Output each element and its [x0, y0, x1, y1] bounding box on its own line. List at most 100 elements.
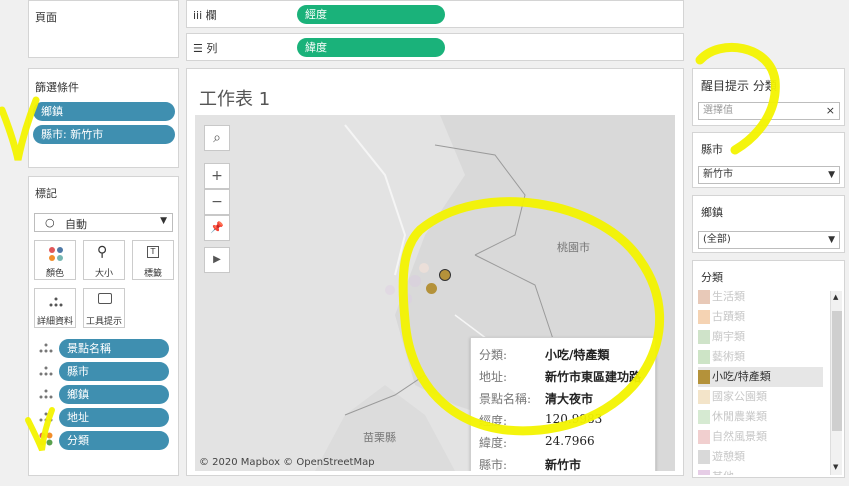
legend-item[interactable]: 遊憩類: [698, 447, 823, 467]
category-legend-card: 分類 生活類古蹟類廟宇類藝術類小吃/特產類國家公園類休閒農業類自然風景類遊憩類其…: [692, 260, 845, 478]
tooltip-icon: [98, 293, 112, 304]
legend-item[interactable]: 其他: [698, 467, 823, 475]
close-icon[interactable]: ×: [826, 103, 835, 119]
map-point-selected[interactable]: [439, 269, 451, 281]
map-point[interactable]: [426, 283, 437, 294]
expand-toolbar-button[interactable]: ▶: [204, 247, 230, 273]
legend-scrollbar[interactable]: ▲ ▼: [830, 291, 842, 475]
field-pill-address[interactable]: 地址: [59, 408, 169, 427]
map-view[interactable]: ⌕ + − 📌 ▶ 桃園市 苗栗縣 © 2020 Mapbox © OpenSt…: [195, 115, 675, 471]
detail-button[interactable]: 詳細資料: [34, 288, 76, 328]
columns-shelf[interactable]: iii 欄 經度: [186, 0, 684, 28]
county-filter-title: 縣市: [701, 143, 723, 156]
legend-swatch: [698, 430, 710, 444]
legend-item[interactable]: 小吃/特產類: [698, 367, 823, 387]
scroll-down-icon[interactable]: ▼: [833, 463, 838, 471]
filter-pill-township[interactable]: 鄉鎮: [33, 102, 175, 121]
legend-swatch: [698, 410, 710, 424]
search-icon: ⌕: [213, 130, 221, 146]
legend-item[interactable]: 古蹟類: [698, 307, 823, 327]
legend-label: 國家公園類: [712, 390, 767, 403]
legend-label: 小吃/特產類: [712, 370, 771, 383]
filters-title: 篩選條件: [35, 81, 79, 94]
legend-swatch: [698, 290, 710, 304]
category-legend-title: 分類: [701, 271, 723, 284]
mark-type-select[interactable]: ○ 自動 ▼: [34, 213, 173, 232]
marks-title: 標記: [35, 187, 57, 200]
rows-shelf-label: ☰ 列: [193, 42, 218, 55]
field-pill-category[interactable]: 分類: [59, 431, 169, 450]
legend-item[interactable]: 藝術類: [698, 347, 823, 367]
legend-item[interactable]: 廟宇類: [698, 327, 823, 347]
map-point[interactable]: [419, 263, 429, 273]
play-icon: ▶: [213, 254, 221, 265]
county-select[interactable]: 新竹市 ▼: [698, 166, 840, 184]
scroll-thumb[interactable]: [832, 311, 842, 431]
rows-shelf[interactable]: ☰ 列 緯度: [186, 33, 684, 61]
highlight-title: 醒目提示 分類: [701, 79, 777, 93]
map-label-miaoli: 苗栗縣: [363, 431, 396, 444]
map-point[interactable]: [400, 293, 412, 305]
map-point[interactable]: [385, 285, 395, 295]
legend-item[interactable]: 自然風景類: [698, 427, 823, 447]
legend-item[interactable]: 國家公園類: [698, 387, 823, 407]
legend-label: 古蹟類: [712, 310, 745, 323]
legend-label: 其他: [712, 467, 734, 475]
legend-swatch: [698, 450, 710, 464]
detail-icon: [39, 343, 53, 353]
legend-label: 藝術類: [712, 350, 745, 363]
field-pill-name[interactable]: 景點名稱: [59, 339, 169, 358]
legend-swatch: [698, 330, 710, 344]
pin-map-button[interactable]: 📌: [204, 215, 230, 241]
township-filter-card: 鄉鎮 (全部) ▼: [692, 195, 845, 253]
scroll-up-icon[interactable]: ▲: [833, 293, 838, 301]
legend-label: 遊憩類: [712, 450, 745, 463]
rows-icon: ☰: [193, 42, 203, 55]
chevron-down-icon: ▼: [160, 216, 167, 226]
tooltip-button[interactable]: 工具提示: [83, 288, 125, 328]
color-icon: [49, 247, 63, 261]
legend-label: 自然風景類: [712, 430, 767, 443]
legend-swatch: [698, 390, 710, 404]
legend-label: 廟宇類: [712, 330, 745, 343]
detail-icon: [39, 366, 53, 376]
zoom-out-button[interactable]: −: [204, 189, 230, 215]
legend-item[interactable]: 生活類: [698, 287, 823, 307]
township-filter-title: 鄉鎮: [701, 206, 723, 219]
color-button[interactable]: 顏色: [34, 240, 76, 280]
pages-card: 頁面: [28, 0, 179, 58]
legend-label: 休閒農業類: [712, 410, 767, 423]
label-button[interactable]: T 標籤: [132, 240, 174, 280]
pin-icon: 📌: [210, 221, 224, 234]
highlight-input[interactable]: 選擇值 ×: [698, 102, 840, 120]
map-tooltip: 分類: 小吃/特產類 地址: 新竹市東區建功路 景點名稱: 清大夜市 經度: 120.9…: [470, 337, 656, 471]
label-icon: T: [147, 246, 159, 258]
circle-icon: ○: [45, 216, 55, 229]
columns-shelf-label: iii 欄: [193, 9, 217, 22]
longitude-pill[interactable]: 經度: [297, 5, 445, 24]
legend-item[interactable]: 休閒農業類: [698, 407, 823, 427]
search-map-button[interactable]: ⌕: [204, 125, 230, 151]
minus-icon: −: [211, 194, 223, 210]
color-icon: [39, 432, 53, 446]
legend-swatch: [698, 310, 710, 324]
field-pill-county[interactable]: 縣市: [59, 362, 169, 381]
legend-swatch: [698, 350, 710, 364]
filter-pill-county[interactable]: 縣市: 新竹市: [33, 125, 175, 144]
legend-label: 生活類: [712, 290, 745, 303]
map-attribution: © 2020 Mapbox © OpenStreetMap: [199, 457, 375, 468]
zoom-in-button[interactable]: +: [204, 163, 230, 189]
legend-swatch: [698, 470, 710, 475]
size-button[interactable]: ⚲ 大小: [83, 240, 125, 280]
category-legend-list: 生活類古蹟類廟宇類藝術類小吃/特產類國家公園類休閒農業類自然風景類遊憩類其他: [693, 287, 829, 475]
legend-swatch: [698, 370, 710, 384]
detail-icon: [49, 297, 63, 307]
columns-icon: iii: [193, 9, 203, 22]
detail-icon: [39, 389, 53, 399]
latitude-pill[interactable]: 緯度: [297, 38, 445, 57]
field-pill-township[interactable]: 鄉鎮: [59, 385, 169, 404]
worksheet: 工作表 1 ⌕ + − 📌 ▶ 桃園市 苗栗縣 © 2020 Mapbox © …: [186, 68, 684, 476]
highlight-card: 醒目提示 分類 選擇值 ×: [692, 68, 845, 126]
map-point[interactable]: [409, 275, 421, 287]
township-select[interactable]: (全部) ▼: [698, 231, 840, 249]
